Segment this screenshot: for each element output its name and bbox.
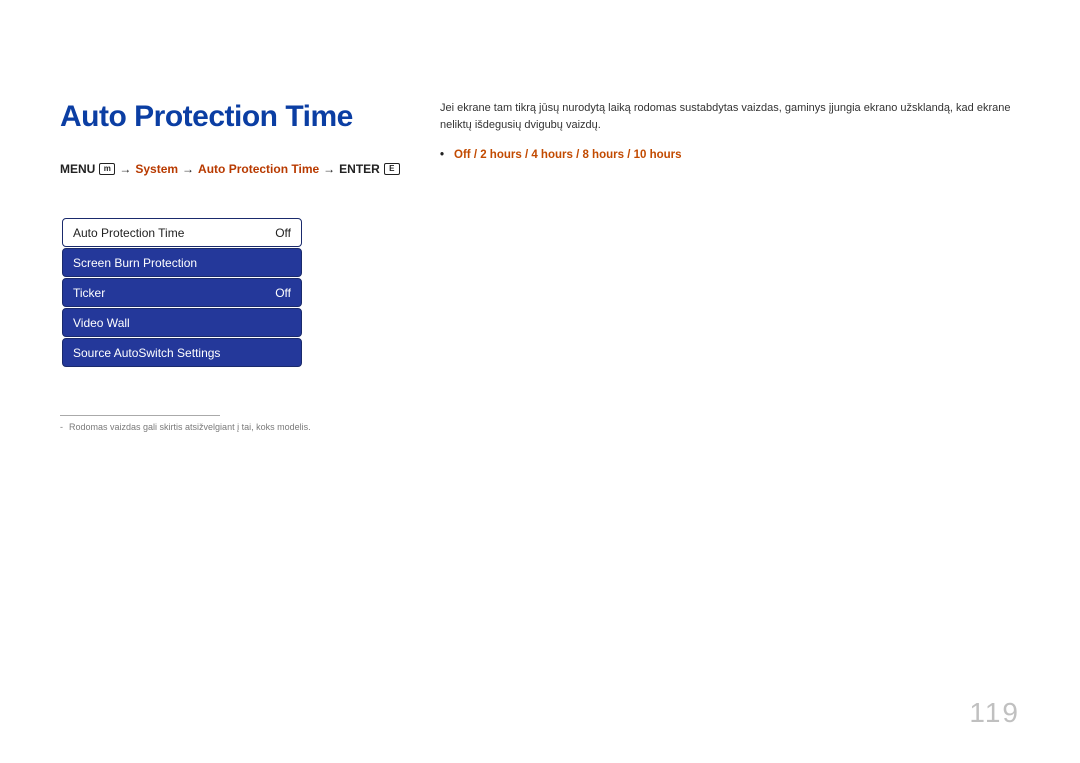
bullet-icon: • xyxy=(440,147,444,164)
menu-item-label: Auto Protection Time xyxy=(73,226,184,240)
menu-item-auto-protection-time[interactable]: Auto Protection Time Off xyxy=(62,218,302,247)
options-line: • Off / 2 hours / 4 hours / 8 hours / 10… xyxy=(440,147,1020,164)
page-number: 119 xyxy=(969,697,1020,729)
left-column: Auto Protection Time MENU m → System → A… xyxy=(60,100,400,432)
osd-menu-panel: Auto Protection Time Off Screen Burn Pro… xyxy=(62,218,302,367)
right-column: Jei ekrane tam tikrą jūsų nurodytą laiką… xyxy=(440,100,1020,432)
arrow-icon: → xyxy=(323,162,335,176)
menu-item-label: Source AutoSwitch Settings xyxy=(73,346,220,360)
page-title: Auto Protection Time xyxy=(60,100,400,134)
arrow-icon: → xyxy=(182,162,194,176)
footnote-dash: - xyxy=(60,422,63,432)
footnote-divider xyxy=(60,415,220,416)
menu-item-screen-burn-protection[interactable]: Screen Burn Protection xyxy=(62,248,302,277)
breadcrumb-menu-label: MENU xyxy=(60,162,95,176)
menu-item-label: Video Wall xyxy=(73,316,130,330)
enter-icon: E xyxy=(384,163,400,175)
menu-item-video-wall[interactable]: Video Wall xyxy=(62,308,302,337)
description-text: Jei ekrane tam tikrą jūsų nurodytą laiką… xyxy=(440,100,1020,133)
breadcrumb-system: System xyxy=(135,162,178,176)
content-columns: Auto Protection Time MENU m → System → A… xyxy=(60,100,1020,432)
menu-item-label: Screen Burn Protection xyxy=(73,256,197,270)
arrow-icon: → xyxy=(119,162,131,176)
breadcrumb-enter-label: ENTER xyxy=(339,162,380,176)
footnote-text: Rodomas vaizdas gali skirtis atsižvelgia… xyxy=(69,422,311,432)
menu-item-value: Off xyxy=(275,226,291,240)
manual-page: Auto Protection Time MENU m → System → A… xyxy=(0,0,1080,763)
breadcrumb: MENU m → System → Auto Protection Time →… xyxy=(60,162,400,176)
options-values: Off / 2 hours / 4 hours / 8 hours / 10 h… xyxy=(454,147,681,164)
menu-item-source-autoswitch[interactable]: Source AutoSwitch Settings xyxy=(62,338,302,367)
footnote: - Rodomas vaizdas gali skirtis atsižvelg… xyxy=(60,422,400,432)
breadcrumb-auto-protection: Auto Protection Time xyxy=(198,162,319,176)
menu-icon: m xyxy=(99,163,115,175)
menu-item-label: Ticker xyxy=(73,286,105,300)
menu-item-value: Off xyxy=(275,286,291,300)
menu-item-ticker[interactable]: Ticker Off xyxy=(62,278,302,307)
